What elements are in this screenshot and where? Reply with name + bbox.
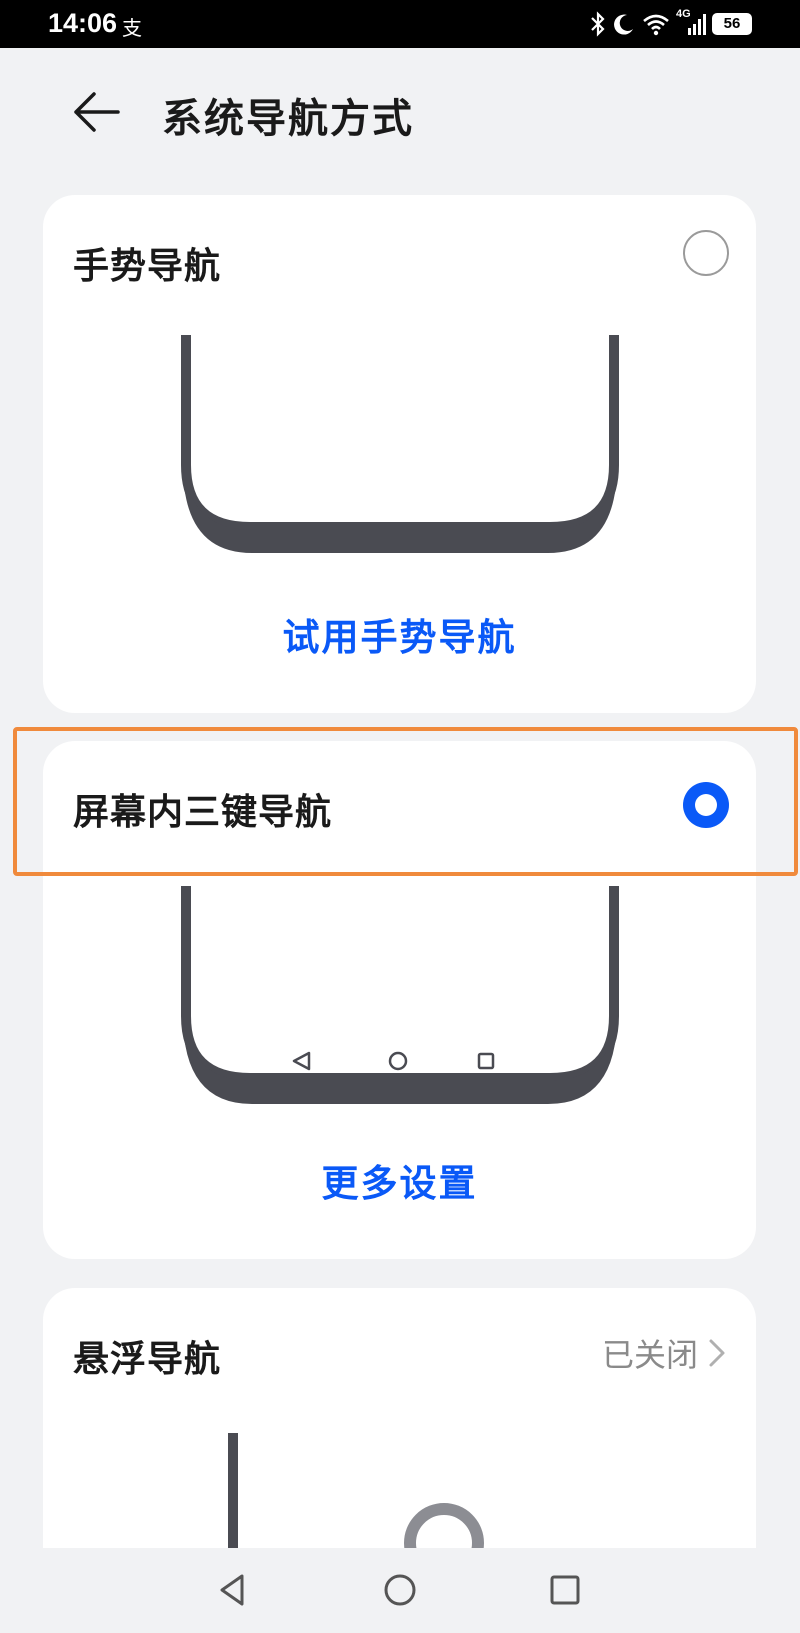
nav-recents-button[interactable] — [537, 1562, 593, 1618]
gesture-nav-card[interactable]: 手势导航 试用手势导航 — [43, 195, 756, 713]
battery-icon: 56 — [712, 13, 752, 35]
signal-icon: 4G — [676, 8, 706, 36]
status-icons: 4G 56 — [590, 8, 752, 38]
chevron-right-icon — [709, 1339, 725, 1367]
floating-nav-status-label: 已关闭 — [601, 1336, 698, 1374]
home-icon — [384, 1574, 416, 1606]
more-settings-link[interactable]: 更多设置 — [43, 1153, 756, 1207]
moon-icon — [612, 12, 636, 36]
network-type-label: 4G — [676, 8, 691, 20]
gesture-nav-title: 手势导航 — [73, 246, 222, 287]
wifi-icon — [642, 12, 670, 36]
gesture-phone-illustration — [181, 335, 619, 553]
status-carrier-icon: 支 — [122, 16, 142, 40]
three-key-phone-illustration — [181, 886, 619, 1104]
status-bar: 14:06 支 4G 56 — [0, 0, 800, 48]
back-button[interactable] — [68, 84, 124, 140]
nav-back-button[interactable] — [205, 1562, 261, 1618]
system-nav-bar — [0, 1548, 800, 1633]
floating-nav-status[interactable]: 已关闭 — [602, 1330, 726, 1376]
bluetooth-icon — [590, 11, 606, 37]
gesture-nav-radio[interactable] — [683, 230, 729, 276]
app-header: 系统导航方式 — [0, 48, 800, 180]
home-circle-icon — [388, 1051, 408, 1071]
page-title: 系统导航方式 — [162, 96, 414, 142]
back-icon — [220, 1574, 244, 1606]
recents-icon — [550, 1575, 580, 1605]
back-arrow-icon — [74, 92, 120, 132]
recent-square-icon — [477, 1052, 495, 1070]
floating-nav-title: 悬浮导航 — [73, 1339, 222, 1380]
status-time: 14:06 — [48, 8, 118, 38]
try-gesture-link[interactable]: 试用手势导航 — [43, 607, 756, 661]
back-triangle-icon — [292, 1051, 311, 1071]
nav-home-button[interactable] — [372, 1562, 428, 1618]
selection-highlight — [13, 727, 798, 876]
